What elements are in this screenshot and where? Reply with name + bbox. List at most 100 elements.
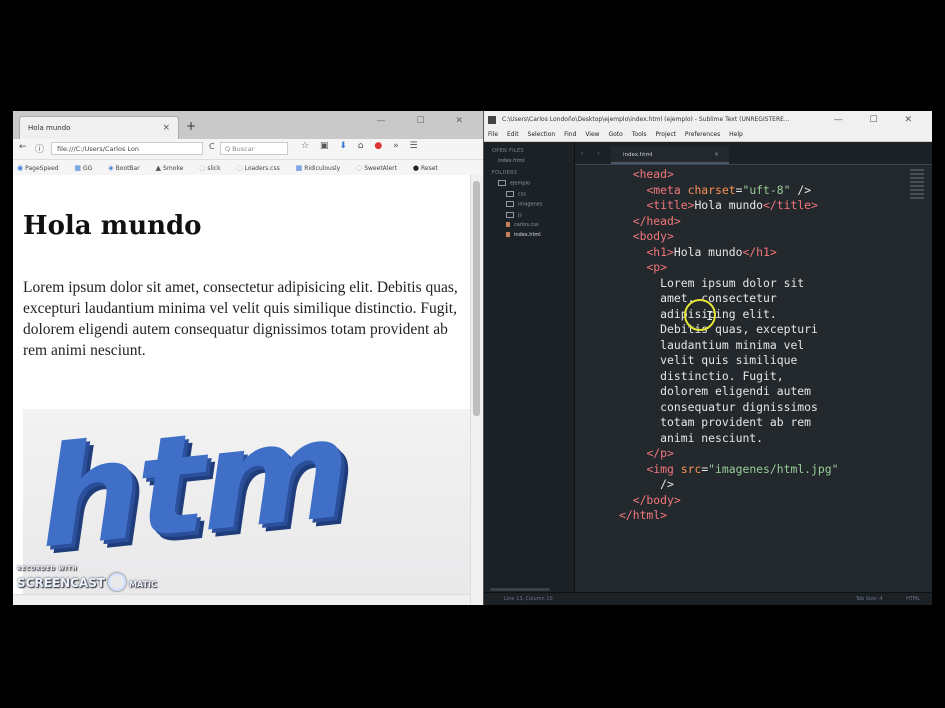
bookmark-icon: ◌ xyxy=(199,164,206,172)
code-editor[interactable]: <head> <meta charset="uft-8" /> <title>H… xyxy=(619,167,919,587)
menu-view[interactable]: View xyxy=(585,131,599,138)
code-token: laudantium minima vel xyxy=(660,337,805,352)
code-line[interactable]: distinctio. Fugit, xyxy=(619,369,919,385)
code-token: consequatur dignissimos xyxy=(660,399,818,414)
bookmark-icon: ▦ xyxy=(74,164,81,172)
bookmark-item[interactable]: ▲ Smoke xyxy=(156,164,191,172)
bookmark-icon: ◈ xyxy=(108,164,114,172)
folder-css[interactable]: css xyxy=(484,187,574,197)
menu-preferences[interactable]: Preferences xyxy=(685,131,720,138)
url-bar[interactable]: file:///C:/Users/Carlos Lon xyxy=(51,142,203,155)
tab-size[interactable]: Tab Size: 4 xyxy=(856,596,883,602)
tab-nav-arrows-icon[interactable]: ‹ › xyxy=(581,150,606,157)
code-token: Hola mundo xyxy=(694,198,764,212)
addon-icon[interactable]: ● xyxy=(374,141,382,151)
menu-edit[interactable]: Edit xyxy=(507,131,519,138)
syntax-mode[interactable]: HTML xyxy=(906,596,920,602)
folder-imagenes[interactable]: imagenes xyxy=(484,197,574,208)
menu-find[interactable]: Find xyxy=(564,131,576,138)
code-line[interactable]: amet, consectetur xyxy=(619,291,919,307)
code-line[interactable]: <img src="imagenes/html.jpg" xyxy=(619,462,919,478)
code-token: /> xyxy=(790,182,812,197)
close-tab-icon[interactable]: × xyxy=(714,146,719,164)
bookmark-item[interactable]: ◉ PageSpeed xyxy=(17,164,65,172)
code-line[interactable]: laudantium minima vel xyxy=(619,338,919,354)
watermark-brand: SCREENCAST xyxy=(17,575,106,590)
scrollbar-thumb[interactable] xyxy=(473,181,480,416)
bookmark-item[interactable]: ◈ BootBar xyxy=(108,164,146,172)
minimap[interactable] xyxy=(910,169,924,199)
folder-ejemplo[interactable]: ejemplo xyxy=(484,176,574,187)
file-icon xyxy=(506,222,510,227)
file-index-html[interactable]: index.html xyxy=(484,228,574,238)
toolbar-icons: ☆ ▣ ⬇ ⌂ ● » ☰ xyxy=(301,141,426,151)
menu-tools[interactable]: Tools xyxy=(632,131,647,138)
bookmark-item[interactable]: ▦ Ridiculously xyxy=(296,164,348,172)
navigation-bar: ← ⓘ file:///C:/Users/Carlos Lon C Q Busc… xyxy=(13,139,483,160)
file-carlos-css[interactable]: carlos.css xyxy=(484,218,574,228)
sidebar-scrollbar[interactable] xyxy=(490,588,550,591)
code-line[interactable]: adipisicing elit. xyxy=(619,307,919,323)
open-file-item[interactable]: index.html xyxy=(484,154,574,164)
bookmark-item[interactable]: ▦ GG xyxy=(74,164,99,172)
home-icon[interactable]: ⌂ xyxy=(358,141,364,151)
code-line[interactable]: </body> xyxy=(619,493,919,509)
back-arrow-icon[interactable]: ← xyxy=(19,142,27,152)
new-tab-button[interactable]: + xyxy=(184,119,198,133)
code-line[interactable]: totam provident ab rem xyxy=(619,415,919,431)
menu-project[interactable]: Project xyxy=(655,131,676,138)
window-controls[interactable]: — ☐ ✕ xyxy=(827,111,924,129)
window-controls[interactable]: — ☐ ✕ xyxy=(377,116,477,126)
reload-button[interactable]: C xyxy=(209,142,215,151)
code-token: <h1> xyxy=(646,244,674,259)
code-line[interactable]: <p> xyxy=(619,260,919,276)
code-line[interactable]: velit quis similique xyxy=(619,353,919,369)
code-line[interactable]: Debitis quas, excepturi xyxy=(619,322,919,338)
search-input[interactable]: Q Buscar xyxy=(220,142,288,155)
code-line[interactable]: <body> xyxy=(619,229,919,245)
folder-icon xyxy=(506,201,514,207)
code-line[interactable]: </html> xyxy=(619,508,919,524)
vertical-scrollbar[interactable] xyxy=(470,175,483,605)
menu-selection[interactable]: Selection xyxy=(528,131,556,138)
code-token: Hola mundo xyxy=(673,244,743,259)
folder-js[interactable]: js xyxy=(484,208,574,218)
tab-index-html[interactable]: index.html × xyxy=(611,146,729,164)
menu-help[interactable]: Help xyxy=(729,131,743,138)
code-line[interactable]: </head> xyxy=(619,214,919,230)
overflow-icon[interactable]: » xyxy=(393,141,399,151)
code-line[interactable]: /> xyxy=(619,477,919,493)
editor-tabbar: ‹ › index.html × xyxy=(575,142,932,165)
code-line[interactable]: </p> xyxy=(619,446,919,462)
horizontal-scrollbar[interactable] xyxy=(13,594,471,605)
close-tab-icon[interactable]: × xyxy=(162,117,170,139)
download-icon[interactable]: ⬇ xyxy=(339,141,347,151)
bookmark-icon: ◉ xyxy=(17,164,24,172)
bookmark-item[interactable]: ◌ SweetAlert xyxy=(356,164,404,172)
info-icon[interactable]: ⓘ xyxy=(35,142,44,155)
code-token: animi nesciunt. xyxy=(660,430,764,445)
bookmark-item[interactable]: ◌ Loaders.css xyxy=(236,164,286,172)
code-line[interactable]: <h1>Hola mundo</h1> xyxy=(619,245,919,261)
code-token: <img xyxy=(646,461,681,476)
code-line[interactable]: Lorem ipsum dolor sit xyxy=(619,276,919,292)
menu-goto[interactable]: Goto xyxy=(608,131,622,138)
bookmark-item[interactable]: ◌ slick xyxy=(199,164,227,172)
folder-icon xyxy=(506,190,514,197)
code-line[interactable]: <title>Hola mundo</title> xyxy=(619,198,919,214)
bookmark-item[interactable]: ● Reset xyxy=(413,164,445,172)
clipboard-icon[interactable]: ▣ xyxy=(320,141,329,151)
code-line[interactable]: <head> xyxy=(619,167,919,183)
code-line[interactable]: dolorem eligendi autem xyxy=(619,384,919,400)
code-line[interactable]: animi nesciunt. xyxy=(619,431,919,447)
browser-tab[interactable]: Hola mundo × xyxy=(19,116,179,139)
code-line[interactable]: consequatur dignissimos xyxy=(619,400,919,416)
code-token: <p> xyxy=(646,260,668,274)
menu-file[interactable]: File xyxy=(488,131,498,138)
code-token: <head> xyxy=(632,167,674,181)
code-token: src xyxy=(680,461,702,476)
code-line[interactable]: <meta charset="uft-8" /> xyxy=(619,183,919,199)
menu-icon[interactable]: ☰ xyxy=(409,141,417,151)
star-icon[interactable]: ☆ xyxy=(301,141,309,151)
open-files-label: OPEN FILES xyxy=(492,148,524,154)
